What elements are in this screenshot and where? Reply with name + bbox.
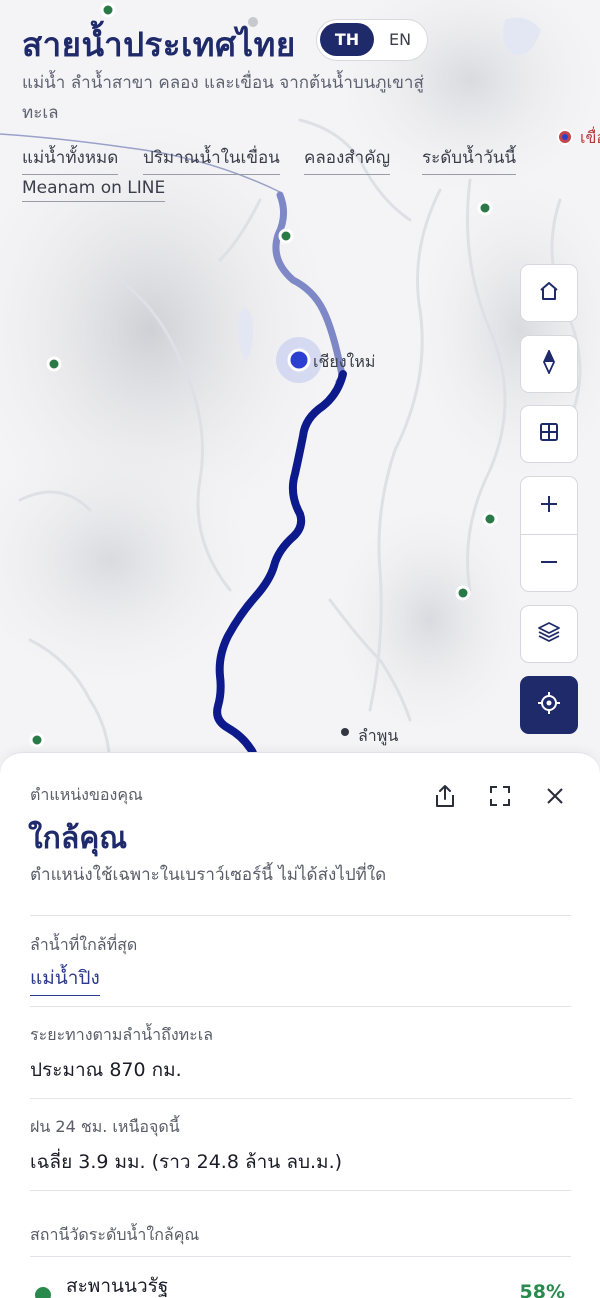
site-subtitle: แม่น้ำ ลำน้ำสาขา คลอง และเขื่อน จากต้นน้… <box>22 73 424 123</box>
place-label-lamphun[interactable]: ลำพูน <box>358 724 398 749</box>
home-button[interactable] <box>520 264 578 322</box>
sheet-title: ใกล้คุณ <box>28 821 128 856</box>
link-line[interactable]: Meanam on LINE <box>22 178 166 202</box>
station-percent: 58% <box>519 1281 565 1298</box>
link-canals[interactable]: คลองสำคัญ <box>304 144 391 175</box>
nearest-river-link[interactable]: แม่น้ำปิง <box>30 963 100 996</box>
rain-value: เฉลี่ย 3.9 มม. (ราว 24.8 ล้าน ลบ.ม.) <box>30 1151 343 1173</box>
distance-label: ระยะทางตามลำน้ำถึงทะเล <box>30 1025 214 1044</box>
fullscreen-icon <box>489 785 511 811</box>
rain-label: ฝน 24 ชม. เหนือจุดนี้ <box>30 1117 180 1136</box>
divider <box>30 915 571 916</box>
compass-icon <box>541 348 557 378</box>
map[interactable]: สายน้ำประเทศไทย แม่น้ำ ลำน้ำสาขา คลอง แล… <box>0 0 600 780</box>
language-toggle[interactable]: TH EN <box>316 19 428 61</box>
place-label-chiang-mai[interactable]: เชียงใหม่ <box>313 350 375 375</box>
divider <box>30 1006 571 1007</box>
grid-icon <box>538 421 560 447</box>
link-all-rivers[interactable]: แม่น้ำทั้งหมด <box>22 144 119 175</box>
layers-icon <box>537 620 561 648</box>
dam-label[interactable]: เขื่อ <box>580 126 600 151</box>
station-status-dot <box>35 1287 51 1298</box>
share-icon <box>434 784 456 812</box>
fullscreen-button[interactable] <box>485 783 515 813</box>
station-name: สะพานนวรัฐ <box>66 1275 169 1297</box>
divider <box>30 1190 571 1191</box>
town-dot <box>341 728 349 736</box>
distance-value: ประมาณ 870 กม. <box>30 1059 182 1081</box>
close-icon <box>545 786 565 810</box>
zoom-controls <box>520 476 578 592</box>
grid-button[interactable] <box>520 405 578 463</box>
sheet-kicker: ตำแหน่งของคุณ <box>30 785 143 804</box>
lang-en-option[interactable]: EN <box>375 23 425 56</box>
link-water-today[interactable]: ระดับน้ำวันนี้ <box>422 144 517 175</box>
share-button[interactable] <box>430 783 460 813</box>
zoom-in-button[interactable] <box>521 477 577 534</box>
dam-marker[interactable] <box>557 129 573 145</box>
compass-button[interactable] <box>520 335 578 393</box>
home-icon <box>538 280 560 306</box>
station-row[interactable]: สะพานนวรัฐ 58% <box>30 1269 571 1298</box>
minus-icon <box>539 552 559 576</box>
link-dam-levels[interactable]: ปริมาณน้ำในเขื่อน <box>143 144 280 175</box>
plus-icon <box>539 494 559 518</box>
lang-th-option[interactable]: TH <box>320 23 374 56</box>
stations-label: สถานีวัดระดับน้ำใกล้คุณ <box>30 1225 200 1244</box>
nearest-river-label: ลำน้ำที่ใกล้ที่สุด <box>30 935 138 954</box>
locate-me-button[interactable] <box>520 676 578 734</box>
site-title: สายน้ำประเทศไทย <box>22 25 296 64</box>
zoom-out-button[interactable] <box>521 535 577 592</box>
privacy-note: ตำแหน่งใช้เฉพาะในเบราว์เซอร์นี้ ไม่ได้ส่… <box>30 865 387 885</box>
crosshair-icon <box>537 691 561 719</box>
layers-button[interactable] <box>520 605 578 663</box>
divider <box>30 1256 571 1257</box>
nearby-sheet[interactable]: ตำแหน่งของคุณ ใกล้คุณ ตำแหน่งใช้เฉพาะในเ… <box>0 752 600 1298</box>
divider <box>30 1098 571 1099</box>
close-button[interactable] <box>540 783 570 813</box>
